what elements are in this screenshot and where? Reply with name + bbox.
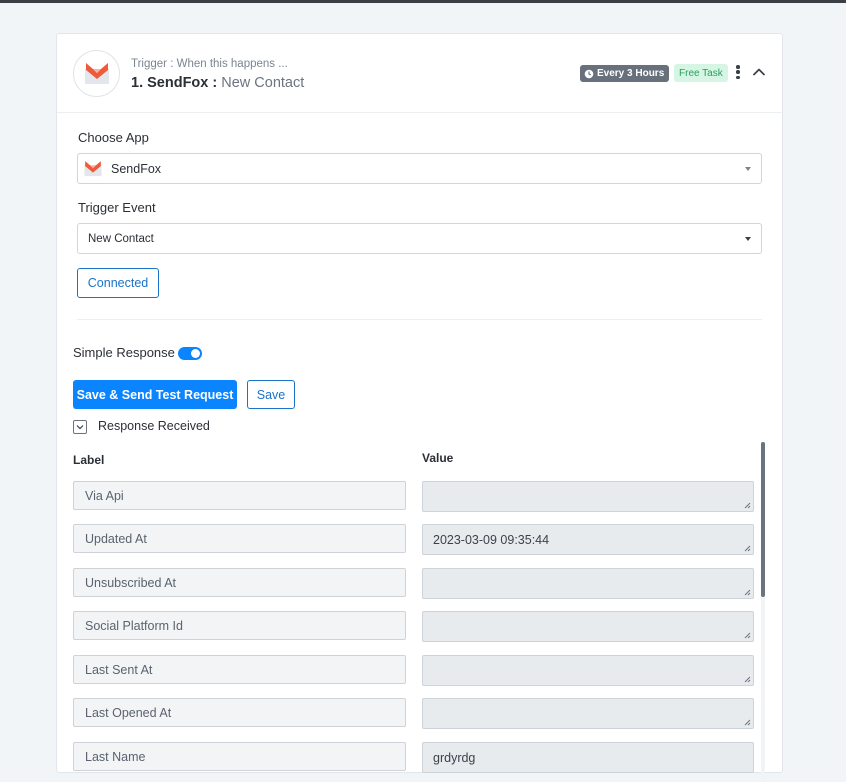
response-value-field[interactable]: grdyrdg <box>422 742 754 773</box>
simple-response-label: Simple Response <box>73 345 175 360</box>
top-bar <box>0 0 846 3</box>
response-label-field[interactable]: Last Opened At <box>73 698 406 727</box>
step-title: 1. SendFox : <box>131 75 218 91</box>
app-select-value: SendFox <box>111 161 162 176</box>
kebab-menu-icon[interactable] <box>733 64 743 80</box>
app-select[interactable]: SendFox <box>77 153 762 184</box>
response-label-field[interactable]: Via Api <box>73 481 406 510</box>
label-column-header: Label <box>73 453 105 467</box>
scrollbar-thumb[interactable] <box>761 442 765 597</box>
trigger-card: Trigger : When this happens ... 1. SendF… <box>56 33 783 782</box>
response-label-field[interactable]: Updated At <box>73 524 406 553</box>
schedule-badge-label: Every 3 Hours <box>597 68 665 79</box>
resize-grip-icon[interactable] <box>743 631 751 639</box>
response-label-field[interactable]: Unsubscribed At <box>73 568 406 597</box>
resize-grip-icon[interactable] <box>743 544 751 552</box>
response-value-text: grdyrdg <box>433 750 476 765</box>
resize-grip-icon[interactable] <box>743 718 751 726</box>
trigger-header[interactable]: Trigger : When this happens ... 1. SendF… <box>57 34 782 113</box>
caret-down-icon <box>745 167 751 171</box>
chevron-up-icon[interactable] <box>751 64 767 80</box>
value-column-header: Value <box>422 451 454 465</box>
response-label-field[interactable]: Social Platform Id <box>73 611 406 640</box>
resize-grip-icon[interactable] <box>743 501 751 509</box>
clock-icon <box>584 69 594 78</box>
response-value-field[interactable]: 2023-03-09 09:35:44 <box>422 524 754 555</box>
resize-grip-icon[interactable] <box>743 675 751 683</box>
connected-button[interactable]: Connected <box>77 268 159 298</box>
response-value-field[interactable] <box>422 698 754 729</box>
trigger-event-select[interactable]: New Contact <box>77 223 762 254</box>
sendfox-logo <box>73 50 120 97</box>
section-divider <box>77 319 762 320</box>
save-send-test-button[interactable]: Save & Send Test Request <box>73 380 237 409</box>
response-received-toggle[interactable] <box>73 420 87 434</box>
response-value-field[interactable] <box>422 611 754 642</box>
response-value-field[interactable] <box>422 568 754 599</box>
response-value-field[interactable] <box>422 481 754 512</box>
response-label-field[interactable]: Last Sent At <box>73 655 406 684</box>
save-button[interactable]: Save <box>247 380 295 409</box>
response-received-label: Response Received <box>98 419 210 433</box>
schedule-badge[interactable]: Every 3 Hours <box>580 65 670 82</box>
trigger-title: 1. SendFox : New Contact <box>131 75 304 91</box>
event-name: New Contact <box>221 75 305 91</box>
caret-down-icon <box>745 237 751 241</box>
response-value-field[interactable] <box>422 655 754 686</box>
choose-app-label: Choose App <box>78 130 149 145</box>
trigger-event-label: Trigger Event <box>78 200 156 215</box>
trigger-event-value: New Contact <box>88 232 154 245</box>
simple-response-toggle[interactable] <box>178 347 202 360</box>
sendfox-logo-icon <box>84 62 109 84</box>
response-label-field[interactable]: Last Name <box>73 742 406 771</box>
free-task-badge: Free Task <box>674 64 728 82</box>
toggle-knob <box>191 349 200 358</box>
resize-grip-icon[interactable] <box>743 588 751 596</box>
trigger-subtitle: Trigger : When this happens ... <box>131 58 288 70</box>
sendfox-logo-icon <box>84 160 102 176</box>
response-value-text: 2023-03-09 09:35:44 <box>433 532 550 547</box>
chevron-down-icon <box>76 425 84 430</box>
